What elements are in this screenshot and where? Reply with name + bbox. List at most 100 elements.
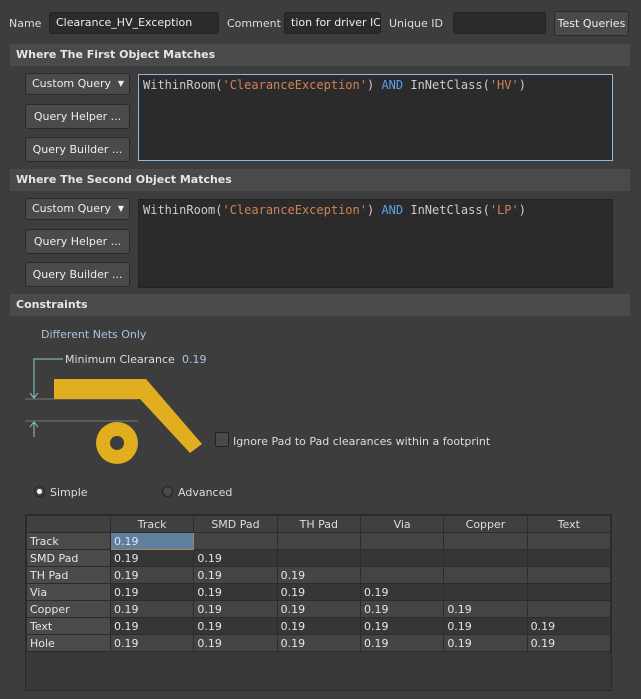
matrix-cell[interactable]: 0.19 [193, 583, 278, 601]
first-object-section-header: Where The First Object Matches [10, 44, 630, 66]
arrow-up-icon [29, 421, 39, 437]
matrix-cell[interactable]: 0.19 [109, 532, 195, 550]
chevron-down-icon: ▼ [117, 79, 124, 88]
matrix-cell [526, 600, 612, 618]
matrix-cell[interactable]: 0.19 [109, 549, 195, 567]
matrix-cell[interactable]: 0.19 [193, 617, 278, 635]
comment-input[interactable]: tion for driver IC [284, 12, 381, 34]
matrix-cell[interactable]: 0.19 [193, 549, 278, 567]
matrix-cell [359, 549, 445, 567]
query-paren: ) [518, 78, 526, 92]
matrix-column-header: TH Pad [276, 515, 361, 533]
advanced-radio[interactable] [162, 486, 173, 497]
matrix-cell[interactable]: 0.19 [276, 617, 361, 635]
matrix-column-header: Via [359, 515, 445, 533]
matrix-cell [443, 549, 528, 567]
test-queries-button[interactable]: Test Queries [554, 11, 629, 36]
matrix-cell[interactable]: 0.19 [109, 634, 195, 652]
clearance-diagram [25, 358, 202, 464]
advanced-label: Advanced [178, 486, 233, 499]
matrix-row: Text 0.19 0.19 0.19 0.19 0.19 0.19 [26, 617, 612, 635]
matrix-cell[interactable]: 0.19 [526, 617, 612, 635]
matrix-cell[interactable]: 0.19 [443, 617, 528, 635]
matrix-cell[interactable]: 0.19 [276, 600, 361, 618]
query-paren: ) [366, 78, 382, 92]
second-query-helper-button[interactable]: Query Helper ... [25, 229, 130, 254]
matrix-row-header: SMD Pad [26, 549, 111, 567]
matrix-cell[interactable]: 0.19 [526, 634, 612, 652]
matrix-corner [26, 515, 111, 533]
unique-id-input[interactable] [453, 12, 546, 34]
matrix-cell[interactable]: 0.19 [193, 566, 278, 584]
matrix-column-header: Text [526, 515, 612, 533]
matrix-row: Hole 0.19 0.19 0.19 0.19 0.19 0.19 [26, 634, 612, 652]
matrix-row: Via 0.19 0.19 0.19 0.19 [26, 583, 612, 601]
matrix-cell [359, 566, 445, 584]
matrix-cell[interactable]: 0.19 [109, 617, 195, 635]
unique-id-label: Unique ID [389, 17, 444, 30]
query-keyword: AND [381, 203, 404, 217]
comment-label: Comment [227, 17, 281, 30]
simple-radio[interactable] [34, 486, 45, 497]
first-query-helper-button[interactable]: Query Helper ... [25, 104, 130, 129]
matrix-cell[interactable]: 0.19 [359, 583, 445, 601]
first-query-type-dropdown[interactable]: Custom Query ▼ [25, 73, 130, 95]
second-query-type-dropdown[interactable]: Custom Query ▼ [25, 198, 130, 220]
matrix-cell[interactable]: 0.19 [276, 583, 361, 601]
matrix-cell[interactable]: 0.19 [193, 634, 278, 652]
matrix-row: SMD Pad 0.19 0.19 [26, 549, 612, 567]
matrix-cell [526, 566, 612, 584]
first-query-builder-button[interactable]: Query Builder ... [25, 137, 130, 162]
query-paren: ) [518, 203, 526, 217]
query-keyword: AND [381, 78, 404, 92]
matrix-cell[interactable]: 0.19 [359, 600, 445, 618]
query-fn: InNetClass( [403, 78, 490, 92]
matrix-cell[interactable]: 0.19 [359, 634, 445, 652]
query-string: 'LP' [489, 203, 519, 217]
query-paren: ) [366, 203, 382, 217]
matrix-cell[interactable]: 0.19 [443, 600, 528, 618]
matrix-cell[interactable]: 0.19 [193, 600, 278, 618]
matrix-cell[interactable]: 0.19 [276, 566, 361, 584]
matrix-cell [526, 583, 612, 601]
matrix-cell[interactable]: 0.19 [109, 600, 195, 618]
matrix-column-header: Track [109, 515, 195, 533]
matrix-row-header: Copper [26, 600, 111, 618]
matrix-cell[interactable]: 0.19 [109, 566, 195, 584]
matrix-row-header: Text [26, 617, 111, 635]
query-string: 'ClearanceException' [222, 78, 367, 92]
second-query-builder-button[interactable]: Query Builder ... [25, 262, 130, 287]
matrix-cell[interactable]: 0.19 [276, 634, 361, 652]
ignore-pad-label: Ignore Pad to Pad clearances within a fo… [233, 435, 491, 448]
simple-label: Simple [50, 486, 88, 499]
query-string: 'HV' [489, 78, 519, 92]
query-string: 'ClearanceException' [222, 203, 367, 217]
matrix-cell[interactable]: 0.19 [359, 617, 445, 635]
matrix-row-header: TH Pad [26, 566, 111, 584]
matrix-cell[interactable]: 0.19 [443, 634, 528, 652]
matrix-cell [526, 549, 612, 567]
query-fn: WithinRoom( [143, 78, 223, 92]
matrix-row-header: Hole [26, 634, 111, 652]
name-input[interactable]: Clearance_HV_Exception [49, 12, 219, 34]
matrix-column-header: SMD Pad [193, 515, 278, 533]
second-query-editor[interactable]: WithinRoom('ClearanceException') AND InN… [138, 199, 613, 288]
matrix-cell [443, 532, 528, 550]
matrix-cell[interactable]: 0.19 [109, 583, 195, 601]
clearance-matrix: Track SMD Pad TH Pad Via Copper Text Track 0.1… [26, 515, 612, 652]
first-query-editor[interactable]: WithinRoom('ClearanceException') AND InN… [138, 74, 613, 161]
query-fn: InNetClass( [403, 203, 490, 217]
matrix-cell [526, 532, 612, 550]
ignore-pad-checkbox[interactable] [215, 432, 229, 447]
matrix-cell [193, 532, 278, 550]
matrix-row-header: Via [26, 583, 111, 601]
pad-hole [110, 436, 124, 450]
matrix-row: Copper 0.19 0.19 0.19 0.19 0.19 [26, 600, 612, 618]
matrix-row: Track 0.19 [26, 532, 612, 550]
matrix-column-header: Copper [443, 515, 528, 533]
matrix-row-header: Track [26, 532, 111, 550]
name-label: Name [9, 17, 42, 30]
constraints-section-header: Constraints [10, 294, 630, 316]
query-fn: WithinRoom( [143, 203, 223, 217]
chevron-down-icon: ▼ [117, 204, 124, 213]
